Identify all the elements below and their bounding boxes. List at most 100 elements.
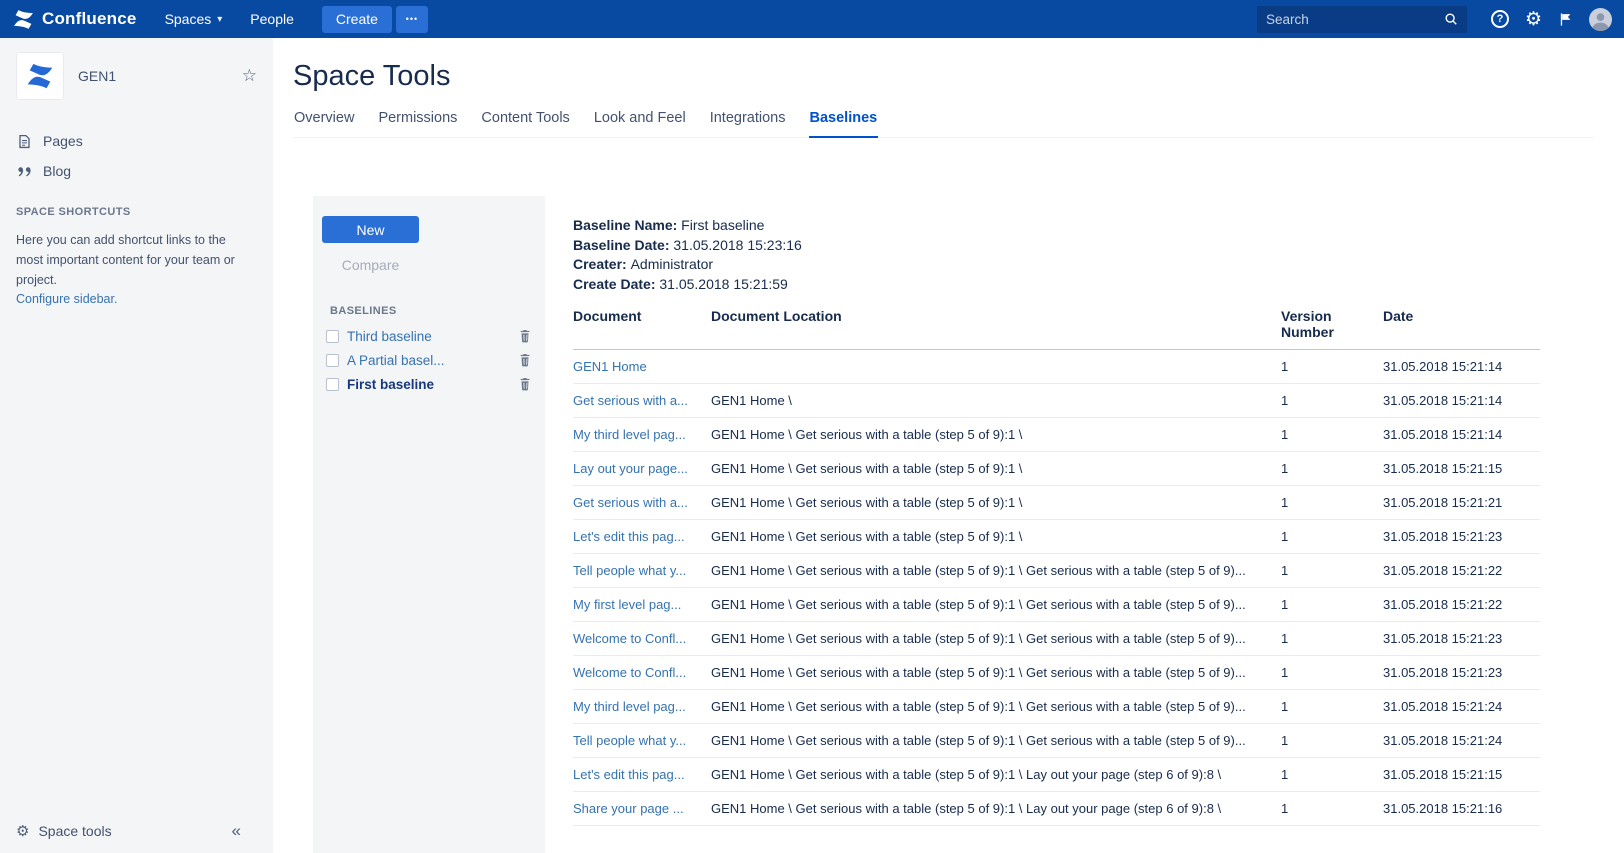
document-location: GEN1 Home \ Get serious with a table (st… [711, 656, 1281, 690]
tab-look-and-feel[interactable]: Look and Feel [593, 110, 687, 137]
document-location: GEN1 Home \ Get serious with a table (st… [711, 486, 1281, 520]
confluence-app: Confluence Spaces ▾ People Create ••• ? … [0, 0, 1624, 853]
sidebar-item-pages[interactable]: Pages [0, 126, 273, 156]
document-link[interactable]: Welcome to Confl... [573, 665, 686, 680]
document-link[interactable]: Let's edit this pag... [573, 529, 685, 544]
favourite-star-icon[interactable]: ☆ [242, 66, 257, 86]
detail-field: Baseline Name: First baseline [573, 216, 1540, 236]
user-avatar[interactable] [1589, 8, 1612, 31]
collapse-sidebar-button[interactable]: « [232, 821, 241, 841]
document-date: 31.05.2018 15:21:21 [1383, 486, 1540, 520]
document-date: 31.05.2018 15:21:23 [1383, 656, 1540, 690]
document-link[interactable]: Let's edit this pag... [573, 767, 685, 782]
document-date: 31.05.2018 15:21:16 [1383, 792, 1540, 826]
search-input[interactable] [1266, 12, 1444, 27]
configure-sidebar-link[interactable]: Configure sidebar. [16, 292, 117, 306]
document-location: GEN1 Home \ Get serious with a table (st… [711, 554, 1281, 588]
confluence-logo-icon [12, 8, 35, 31]
space-logo[interactable] [16, 52, 64, 100]
document-date: 31.05.2018 15:21:22 [1383, 588, 1540, 622]
space-tools-gear-icon[interactable]: ⚙ [16, 824, 29, 839]
settings-gear-icon[interactable]: ⚙ [1525, 10, 1542, 29]
table-row: Let's edit this pag... GEN1 Home \ Get se… [573, 520, 1540, 554]
help-icon[interactable]: ? [1491, 10, 1509, 28]
document-link[interactable]: Welcome to Confl... [573, 631, 686, 646]
baseline-checkbox[interactable] [326, 354, 339, 367]
baseline-checkbox[interactable] [326, 330, 339, 343]
detail-field: Baseline Date: 31.05.2018 15:23:16 [573, 236, 1540, 256]
document-location: GEN1 Home \ Get serious with a table (st… [711, 792, 1281, 826]
search-icon[interactable] [1444, 12, 1458, 26]
baseline-documents-table: DocumentDocument LocationVersion NumberD… [573, 308, 1540, 826]
compare-button[interactable]: Compare [322, 257, 419, 273]
sidebar-item-label: Blog [43, 163, 71, 179]
document-date: 31.05.2018 15:21:15 [1383, 758, 1540, 792]
document-location: GEN1 Home \ Get serious with a table (st… [711, 520, 1281, 554]
tab-baselines[interactable]: Baselines [809, 110, 879, 138]
document-link[interactable]: GEN1 Home [573, 359, 647, 374]
document-date: 31.05.2018 15:21:22 [1383, 554, 1540, 588]
tab-content-tools[interactable]: Content Tools [480, 110, 570, 137]
confluence-home-link[interactable]: Confluence [12, 8, 137, 31]
navbar-right: ? ⚙ [1257, 6, 1612, 33]
nav-spaces[interactable]: Spaces ▾ [165, 11, 223, 27]
table-row: Let's edit this pag... GEN1 Home \ Get se… [573, 758, 1540, 792]
table-body: GEN1 Home131.05.2018 15:21:14Get serious… [573, 350, 1540, 826]
new-baseline-button[interactable]: New [322, 216, 419, 243]
search-box[interactable] [1257, 6, 1467, 33]
trash-icon[interactable] [519, 377, 531, 391]
sidebar-item-blog[interactable]: Blog [0, 156, 273, 186]
sidebar-footer: ⚙ Space tools « [0, 809, 273, 853]
version-number: 1 [1281, 486, 1383, 520]
document-link[interactable]: Get serious with a... [573, 495, 688, 510]
table-row: Welcome to Confl... GEN1 Home \ Get serio… [573, 622, 1540, 656]
document-location: GEN1 Home \ Get serious with a table (st… [711, 418, 1281, 452]
version-number: 1 [1281, 350, 1383, 384]
announcements-flag-icon[interactable] [1558, 12, 1573, 27]
tab-permissions[interactable]: Permissions [377, 110, 458, 137]
version-number: 1 [1281, 554, 1383, 588]
nav-people[interactable]: People [250, 11, 294, 27]
create-button[interactable]: Create [322, 6, 392, 33]
space-logo-icon [25, 61, 55, 91]
tab-overview[interactable]: Overview [293, 110, 355, 137]
table-row: GEN1 Home 131.05.2018 15:21:14 [573, 350, 1540, 384]
document-date: 31.05.2018 15:21:14 [1383, 350, 1540, 384]
version-number: 1 [1281, 622, 1383, 656]
brand-name: Confluence [42, 9, 137, 29]
baseline-checkbox[interactable] [326, 378, 339, 391]
trash-icon[interactable] [519, 353, 531, 367]
tab-integrations[interactable]: Integrations [709, 110, 787, 137]
table-row: Lay out your page... GEN1 Home \ Get seri… [573, 452, 1540, 486]
baseline-link[interactable]: Third baseline [347, 329, 432, 344]
document-link[interactable]: My third level pag... [573, 427, 686, 442]
document-link[interactable]: My third level pag... [573, 699, 686, 714]
document-link[interactable]: Lay out your page... [573, 461, 688, 476]
detail-field: Create Date: 31.05.2018 15:21:59 [573, 275, 1540, 295]
baseline-link[interactable]: First baseline [347, 377, 434, 392]
table-header-row: DocumentDocument LocationVersion NumberD… [573, 308, 1540, 350]
baselines-panel: New Compare BASELINES Third baselineA Pa… [313, 196, 545, 853]
version-number: 1 [1281, 724, 1383, 758]
document-link[interactable]: Share your page ... [573, 801, 684, 816]
document-location: GEN1 Home \ Get serious with a table (st… [711, 622, 1281, 656]
space-tools-tabs: Overview Permissions Content Tools Look and… [293, 110, 1594, 138]
more-actions-button[interactable]: ••• [396, 6, 428, 33]
column-header: Version Number [1281, 308, 1383, 350]
document-location: GEN1 Home \ Get serious with a table (st… [711, 758, 1281, 792]
table-row: My first level pag...GEN1 Home \ Get ser… [573, 588, 1540, 622]
trash-icon[interactable] [519, 329, 531, 343]
document-location: GEN1 Home \ Get serious with a table (st… [711, 452, 1281, 486]
document-link[interactable]: My first level pag... [573, 597, 681, 612]
table-row: Tell people what y... GEN1 Home \ Get ser… [573, 554, 1540, 588]
document-link[interactable]: Tell people what y... [573, 563, 686, 578]
document-location: GEN1 Home \ Get serious with a table (st… [711, 724, 1281, 758]
document-link[interactable]: Tell people what y... [573, 733, 686, 748]
space-shortcuts-text: Here you can add shortcut links to the m… [16, 230, 248, 290]
space-tools-link[interactable]: Space tools [38, 823, 111, 839]
baseline-details: Baseline Name: First baselineBaseline Da… [573, 216, 1540, 294]
document-link[interactable]: Get serious with a... [573, 393, 688, 408]
baseline-link[interactable]: A Partial basel... [347, 353, 445, 368]
space-sidebar: GEN1 ☆ Pages Blog [0, 38, 273, 853]
version-number: 1 [1281, 384, 1383, 418]
